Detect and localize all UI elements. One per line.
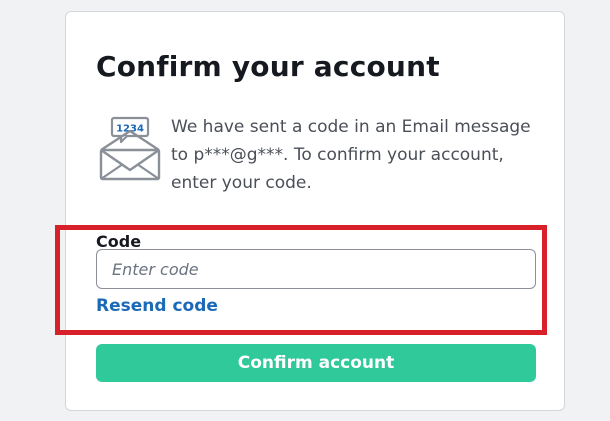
instruction-text: We have sent a code in an Email message … [171,117,531,193]
confirm-account-button[interactable]: Confirm account [96,344,536,382]
icon-code-text: 1234 [116,124,144,135]
confirm-account-card: Confirm your account 1234 We have sent a… [65,11,565,411]
resend-code-link[interactable]: Resend code [96,296,218,316]
code-input[interactable] [96,249,536,289]
envelope-code-icon: 1234 [99,116,161,181]
page-title: Confirm your account [96,50,440,83]
